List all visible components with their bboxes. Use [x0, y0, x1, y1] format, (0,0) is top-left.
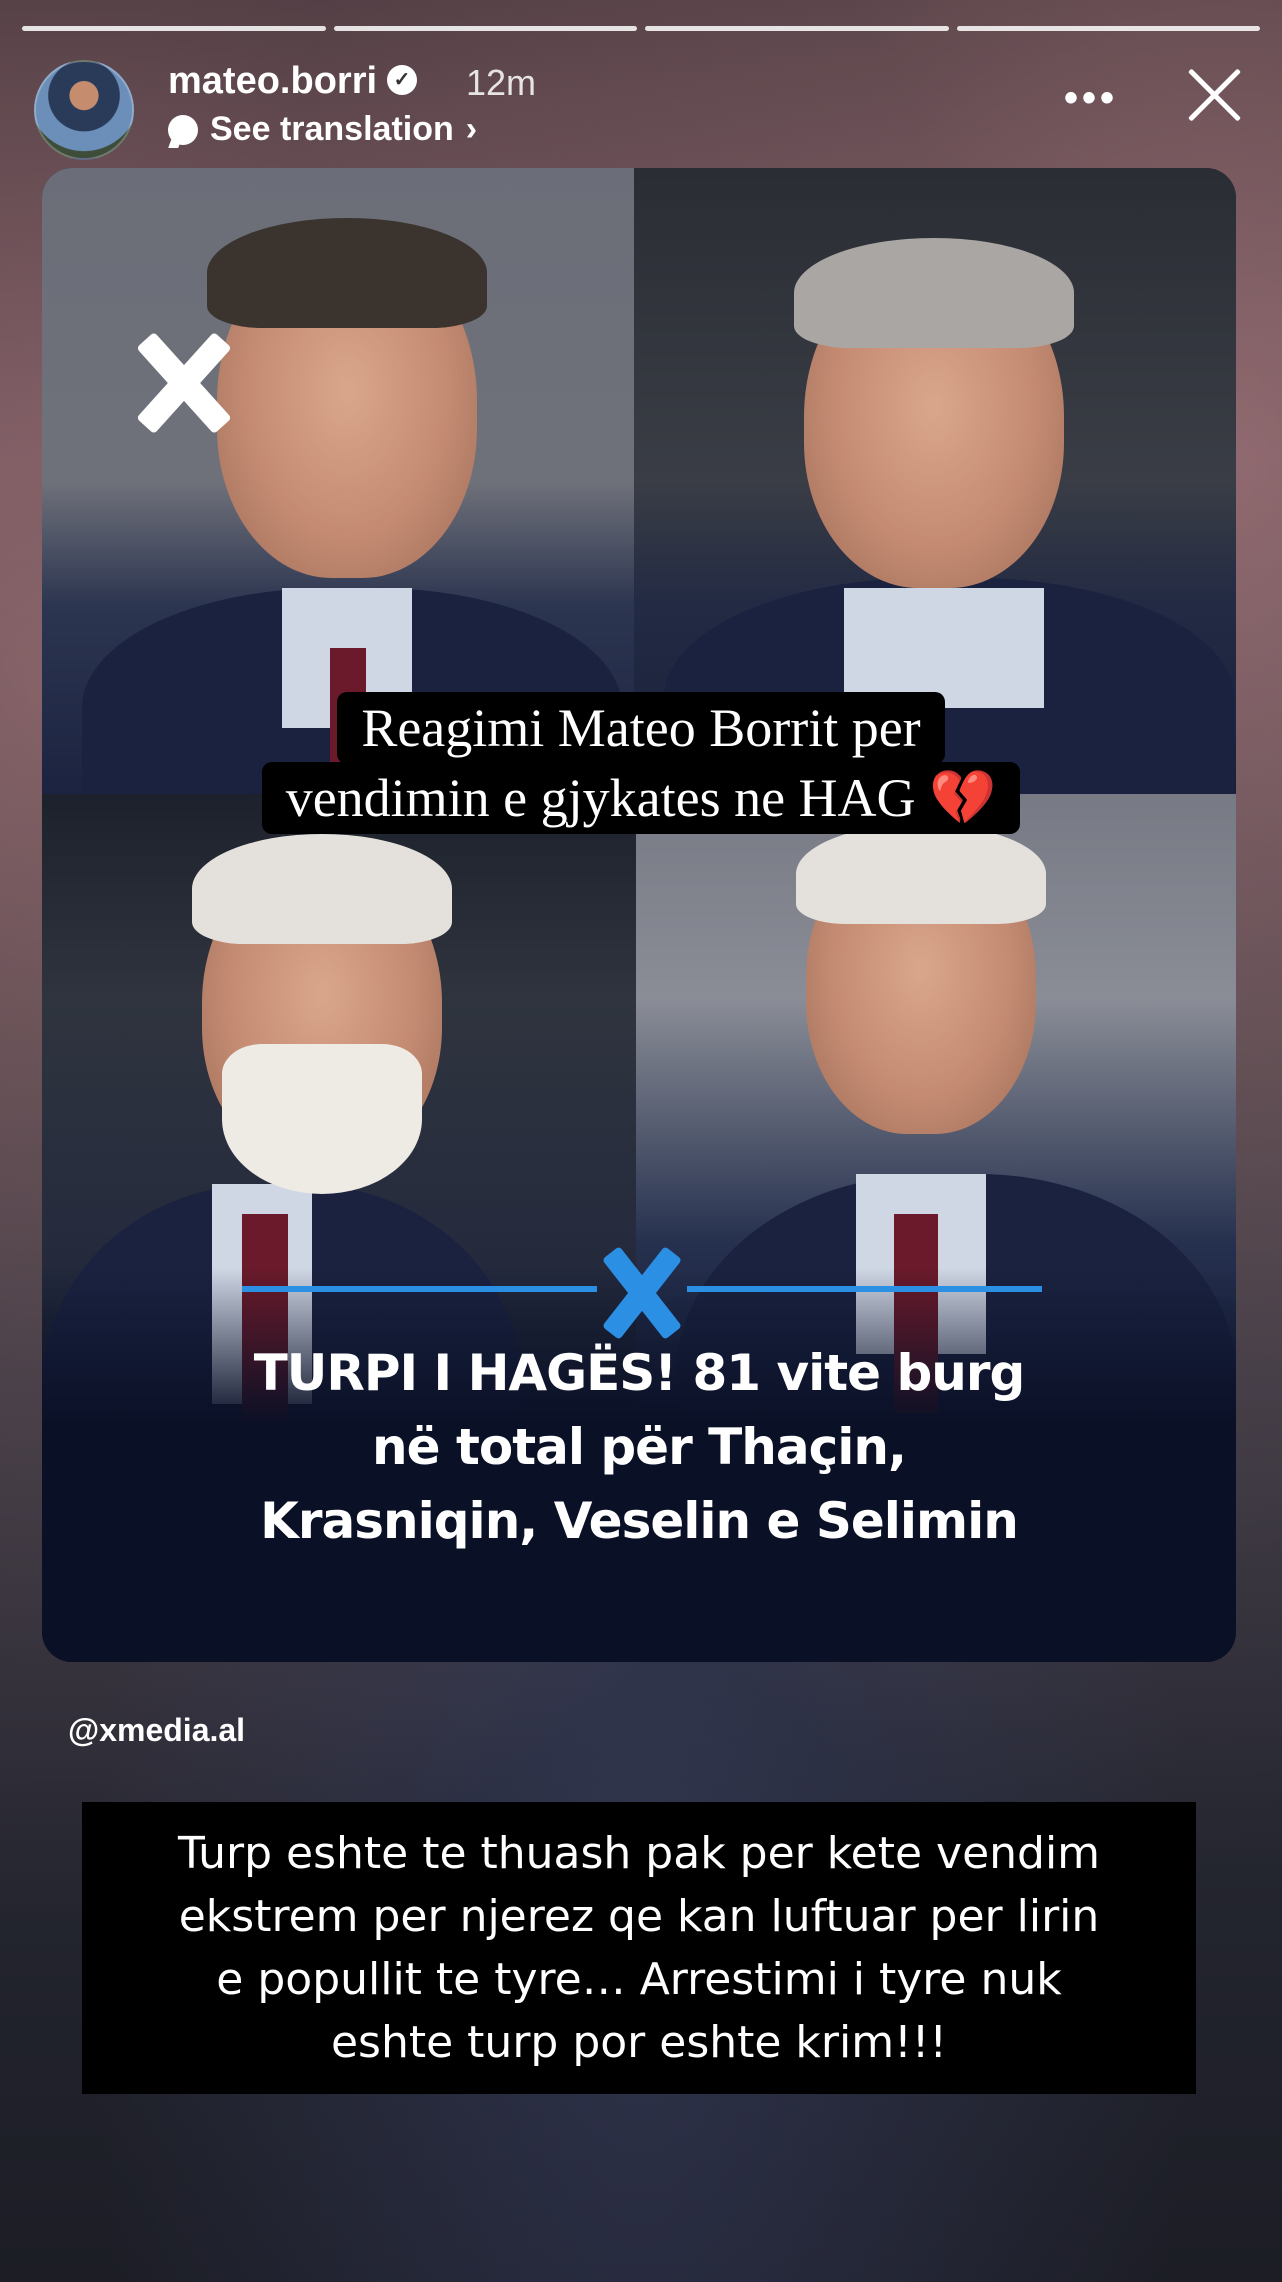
divider-line-left: [242, 1286, 597, 1292]
shared-post-image[interactable]: TURPI I HAGËS! 81 vite burg në total për…: [42, 168, 1236, 1662]
progress-segment: [645, 26, 949, 31]
source-mention[interactable]: @xmedia.al: [68, 1712, 245, 1749]
caption-text: Turp eshte te thuash pak per kete vendim…: [109, 1822, 1169, 2074]
story-progress-bar: [22, 26, 1260, 31]
caption-line: Turp eshte te thuash pak per kete vendim: [177, 1828, 1101, 1879]
headline-line: në total për Thaçin,: [372, 1418, 907, 1476]
caption-line: eshte turp por eshte krim!!!: [330, 2017, 948, 2068]
caption-line: e popullit te tyre… Arrestimi i tyre nuk: [216, 1954, 1062, 2005]
x-logo-icon: [134, 333, 234, 433]
progress-segment: [956, 26, 1260, 31]
post-headline: TURPI I HAGËS! 81 vite burg në total për…: [82, 1336, 1196, 1558]
x-brand-icon: [597, 1248, 687, 1338]
broken-heart-icon: 💔: [929, 768, 997, 828]
see-translation-button[interactable]: See translation ›: [168, 110, 477, 149]
close-icon[interactable]: [1178, 58, 1248, 128]
caption-line: ekstrem per njerez qe kan luftuar per li…: [178, 1891, 1100, 1942]
see-translation-label: See translation: [210, 110, 454, 148]
divider-line-right: [687, 1286, 1042, 1292]
chevron-right-icon: ›: [465, 110, 478, 148]
headline-line: Krasniqin, Veselin e Selimin: [260, 1492, 1019, 1550]
speech-bubble-icon: [168, 114, 198, 145]
more-options-button[interactable]: •••: [1064, 76, 1118, 121]
sticker-line-text: vendimin e gjykates ne HAG: [285, 768, 916, 828]
sticker-line: Reagimi Mateo Borrit per: [337, 692, 945, 764]
story-time: 12m: [466, 62, 537, 103]
headline-line: TURPI I HAGËS! 81 vite burg: [253, 1344, 1026, 1402]
story-header: mateo.borri ✓ 12m See translation › •••: [34, 58, 1248, 160]
sticker-line: vendimin e gjykates ne HAG 💔: [261, 762, 1021, 834]
username[interactable]: mateo.borri: [168, 60, 377, 102]
progress-segment: [22, 26, 326, 31]
username-row[interactable]: mateo.borri ✓: [168, 60, 418, 103]
verified-badge-icon: ✓: [387, 64, 418, 95]
story-text-sticker[interactable]: Reagimi Mateo Borrit per vendimin e gjyk…: [0, 692, 1282, 834]
progress-segment: [333, 26, 637, 31]
caption-text-box: Turp eshte te thuash pak per kete vendim…: [82, 1802, 1196, 2094]
avatar[interactable]: [34, 60, 134, 160]
